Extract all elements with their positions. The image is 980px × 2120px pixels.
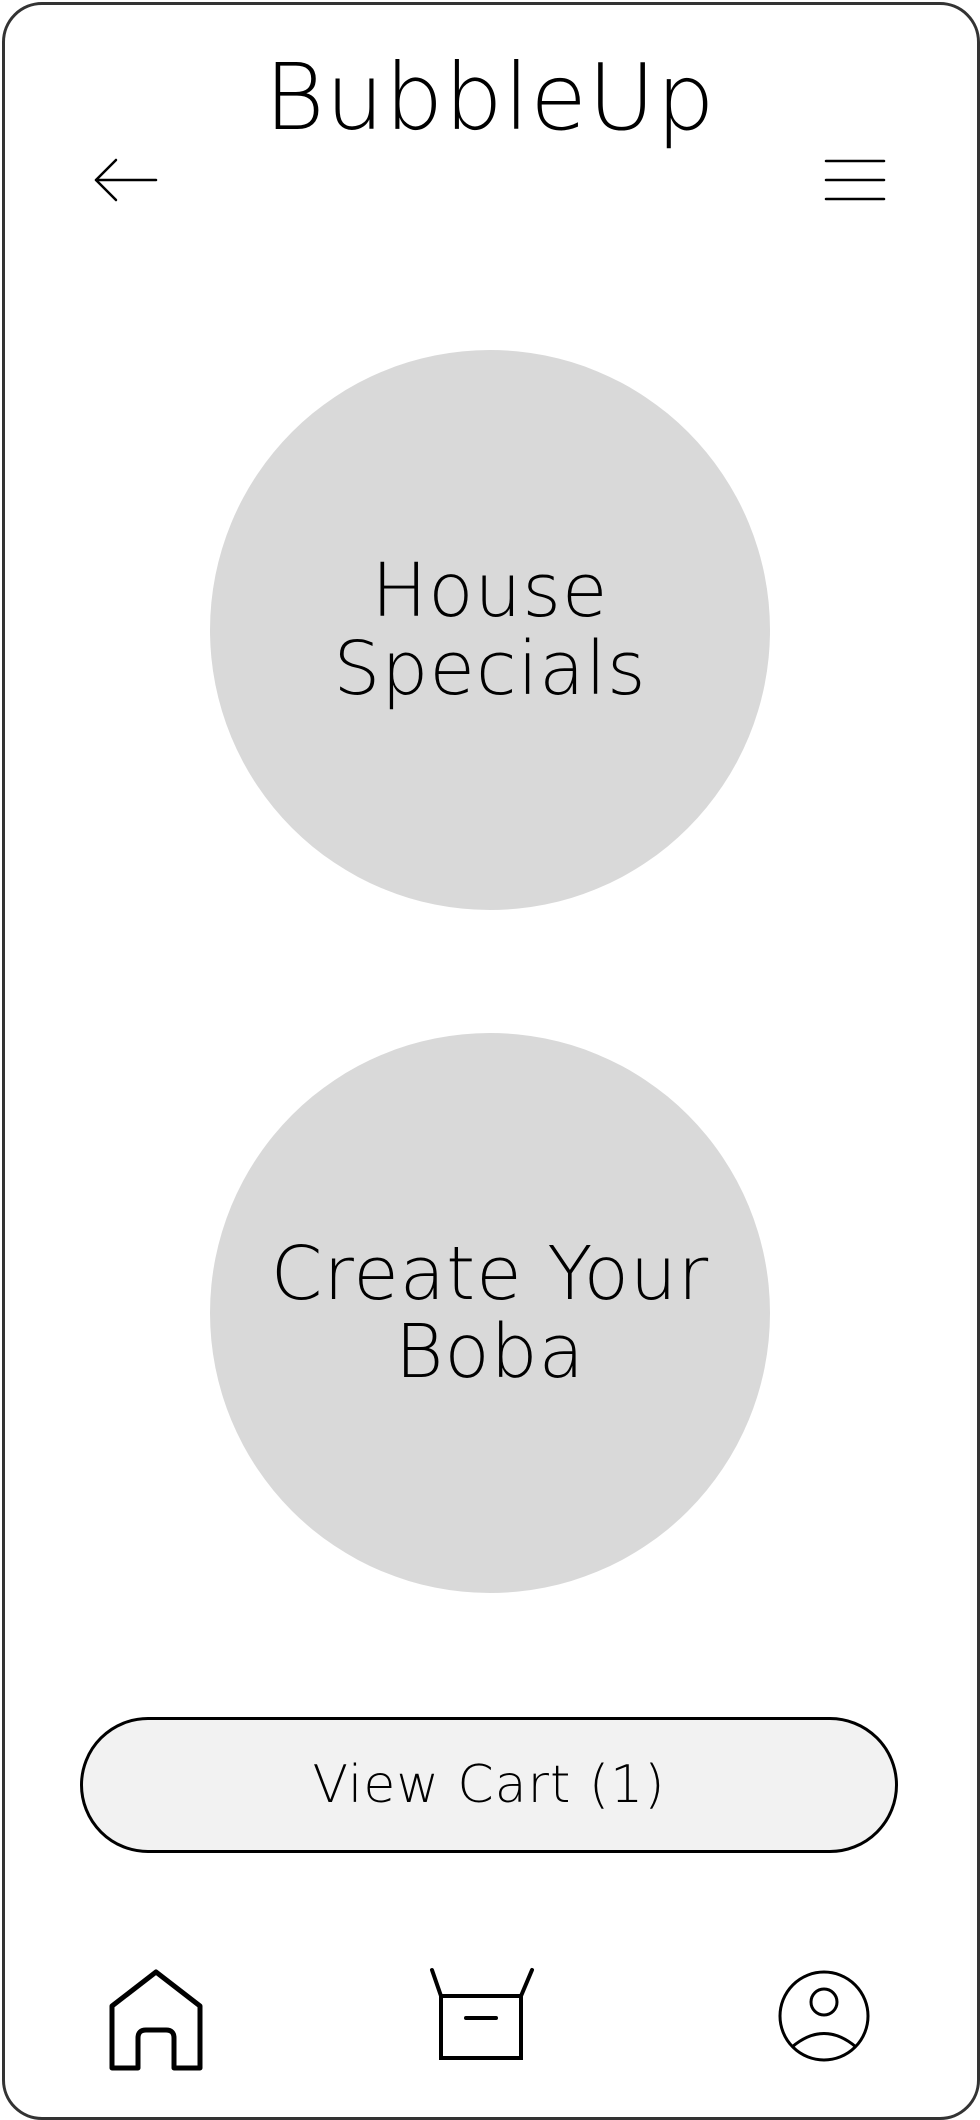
house-specials-label: House Specials — [333, 548, 647, 712]
open-box-icon — [430, 1968, 534, 2060]
house-specials-button[interactable]: House Specials — [210, 350, 770, 910]
user-profile-icon — [778, 1970, 870, 2062]
view-cart-button[interactable]: View Cart (1) — [80, 1717, 898, 1853]
nav-home[interactable] — [96, 1960, 216, 2071]
create-your-boba-label: Create Your Boba — [270, 1231, 710, 1395]
hamburger-menu-icon — [824, 159, 886, 201]
app-title: BubbleUp — [264, 44, 716, 151]
nav-order[interactable] — [421, 1960, 541, 2070]
back-button[interactable] — [90, 155, 160, 205]
view-cart-label: View Cart (1) — [312, 1755, 666, 1815]
nav-profile[interactable] — [764, 1960, 884, 2070]
arrow-left-icon — [94, 158, 158, 202]
create-your-boba-button[interactable]: Create Your Boba — [210, 1033, 770, 1593]
menu-button[interactable] — [820, 155, 890, 205]
home-icon — [109, 1969, 203, 2071]
